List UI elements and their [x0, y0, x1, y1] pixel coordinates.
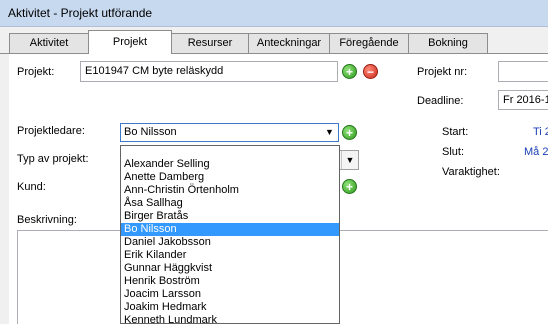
dropdown-item[interactable]: Ann-Christin Örtenholm	[121, 184, 339, 197]
remove-project-button[interactable]: −	[363, 64, 378, 79]
chevron-down-icon[interactable]: ▼	[321, 124, 338, 141]
type-label: Typ av projekt:	[17, 153, 89, 165]
plus-icon: +	[345, 65, 353, 79]
add-customer-button[interactable]: +	[342, 179, 357, 194]
window-titlebar: Aktivitet - Projekt utförande	[0, 0, 548, 27]
dropdown-item[interactable]: Henrik Boström	[121, 275, 339, 288]
add-project-button[interactable]: +	[342, 64, 357, 79]
leader-label: Projektledare:	[17, 125, 85, 137]
minus-icon: −	[366, 65, 374, 79]
tab-anteckningar[interactable]: Anteckningar	[248, 33, 330, 53]
leader-select[interactable]: Bo Nilsson ▼	[120, 123, 339, 142]
tab-resurser[interactable]: Resurser	[171, 33, 249, 53]
leader-dropdown-list[interactable]: Alexander Selling Anette Damberg Ann-Chr…	[120, 145, 340, 324]
end-label: Slut:	[442, 146, 465, 158]
tab-strip: Aktivitet Projekt Resurser Anteckningar …	[0, 27, 548, 54]
dropdown-item[interactable]: Kenneth Lundmark	[121, 314, 339, 323]
tab-bokning[interactable]: Bokning	[408, 33, 488, 53]
window-title: Aktivitet - Projekt utförande	[8, 6, 153, 20]
dropdown-item[interactable]: Joakim Hedmark	[121, 301, 339, 314]
leader-select-value: Bo Nilsson	[124, 126, 177, 138]
tab-projekt[interactable]: Projekt	[88, 30, 172, 54]
description-label: Beskrivning:	[17, 214, 77, 226]
dropdown-item[interactable]: Erik Kilander	[121, 249, 339, 262]
dropdown-item[interactable]: Joacim Larsson	[121, 288, 339, 301]
add-leader-button[interactable]: +	[342, 125, 357, 140]
project-nr-label: Projekt nr:	[417, 66, 468, 78]
deadline-label: Deadline:	[417, 95, 464, 107]
deadline-field[interactable]: Fr 2016-1	[498, 90, 548, 110]
dropdown-item[interactable]: Gunnar Häggkvist	[121, 262, 339, 275]
tab-foregaende[interactable]: Föregående	[329, 33, 409, 53]
duration-label: Varaktighet:	[442, 166, 500, 178]
plus-icon: +	[345, 180, 353, 194]
dropdown-item[interactable]: Alexander Selling	[121, 158, 339, 171]
dropdown-item-selected[interactable]: Bo Nilsson	[121, 223, 339, 236]
dropdown-item[interactable]: Åsa Sallhag	[121, 197, 339, 210]
project-nr-field[interactable]	[498, 61, 548, 82]
customer-label: Kund:	[17, 181, 46, 193]
plus-icon: +	[345, 126, 353, 140]
chevron-down-icon[interactable]: ▼	[341, 151, 358, 169]
dropdown-item[interactable]: Anette Damberg	[121, 171, 339, 184]
start-value: Ti 2	[533, 126, 548, 138]
project-label: Projekt:	[17, 66, 55, 78]
tab-aktivitet[interactable]: Aktivitet	[9, 33, 89, 53]
dropdown-item[interactable]: Daniel Jakobsson	[121, 236, 339, 249]
end-value: Må 2	[524, 146, 548, 158]
dropdown-item[interactable]: Birger Bratås	[121, 210, 339, 223]
start-label: Start:	[442, 126, 469, 138]
project-field[interactable]: E101947 CM byte reläskydd	[80, 61, 338, 82]
